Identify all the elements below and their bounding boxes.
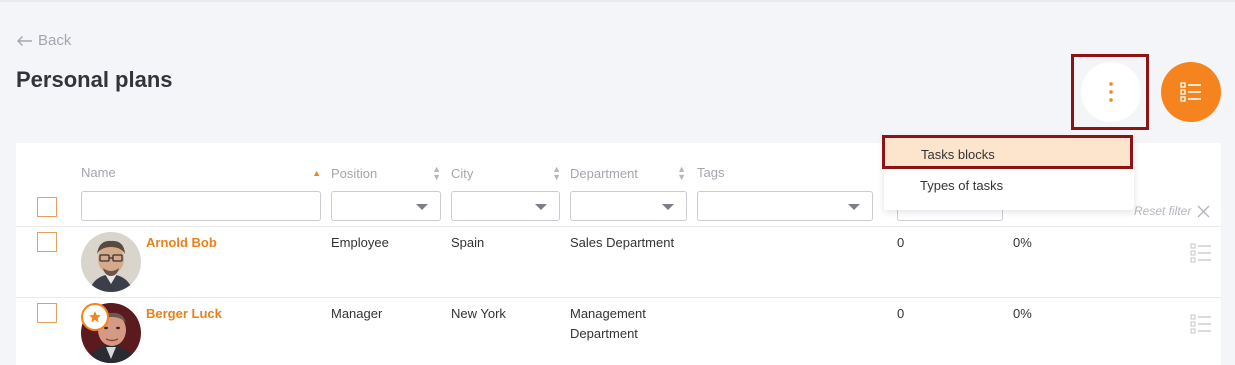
row-details-button[interactable] <box>1190 314 1212 339</box>
arrow-left-icon <box>17 35 32 46</box>
tags-filter-select[interactable] <box>697 191 873 221</box>
list-view-icon <box>1180 82 1201 102</box>
row-checkbox[interactable] <box>37 232 57 252</box>
sort-ascending-icon: ▲ <box>312 167 321 178</box>
percent-cell: 0% <box>1013 235 1032 250</box>
star-icon <box>89 311 101 323</box>
department-cell: Management Department <box>570 306 646 341</box>
favorite-badge <box>81 303 109 331</box>
column-header-city[interactable]: City ▲ ▼ <box>451 164 561 182</box>
sort-icon: ▲ ▼ <box>432 164 441 182</box>
back-link[interactable]: Back <box>16 32 71 49</box>
city-cell: New York <box>451 306 506 321</box>
top-divider <box>0 0 1235 2</box>
more-actions-highlight <box>1071 54 1149 130</box>
percent-cell: 0% <box>1013 306 1032 321</box>
employee-name-link[interactable]: Berger Luck <box>146 306 222 321</box>
back-label: Back <box>38 32 72 49</box>
row-details-button[interactable] <box>1190 243 1212 268</box>
reset-filter-label: Reset filter <box>1134 204 1192 218</box>
column-header-department[interactable]: Department ▲ ▼ <box>570 164 686 182</box>
position-cell: Employee <box>331 235 389 250</box>
list-icon <box>1190 243 1211 263</box>
city-cell: Spain <box>451 235 485 250</box>
employee-name-link[interactable]: Arnold Bob <box>146 235 217 250</box>
position-cell: Manager <box>331 306 383 321</box>
department-cell: Sales Department <box>570 235 675 250</box>
column-header-tags[interactable]: Tags <box>697 165 757 180</box>
sort-icon: ▲ ▼ <box>677 164 686 182</box>
dropdown-item-tasks-blocks[interactable]: Tasks blocks <box>882 135 1133 169</box>
select-all-checkbox[interactable] <box>37 197 57 217</box>
more-actions-button[interactable] <box>1081 62 1141 122</box>
avatar[interactable] <box>81 232 141 292</box>
department-filter-select[interactable] <box>570 191 687 221</box>
column-header-name[interactable]: Name ▲ <box>81 165 321 180</box>
count-cell: 0 <box>897 306 905 321</box>
position-filter-select[interactable] <box>331 191 441 221</box>
page-title: Personal plans <box>16 67 173 92</box>
kebab-vertical-icon <box>1109 82 1113 102</box>
reset-filter-button[interactable]: Reset filter <box>1134 204 1210 218</box>
dropdown-item-types-of-tasks[interactable]: Types of tasks <box>920 178 1003 193</box>
column-header-position[interactable]: Position ▲ ▼ <box>331 164 441 182</box>
row-checkbox[interactable] <box>37 303 57 323</box>
count-cell: 0 <box>897 235 905 250</box>
list-icon <box>1190 314 1211 334</box>
close-icon <box>1197 205 1210 217</box>
dropdown-item-label: Tasks blocks <box>921 147 995 162</box>
sort-icon: ▲ ▼ <box>552 164 561 182</box>
row-divider <box>16 297 1221 298</box>
name-filter-input[interactable] <box>81 191 321 221</box>
city-filter-select[interactable] <box>451 191 560 221</box>
row-divider <box>16 226 1221 227</box>
list-view-button[interactable] <box>1161 62 1221 122</box>
